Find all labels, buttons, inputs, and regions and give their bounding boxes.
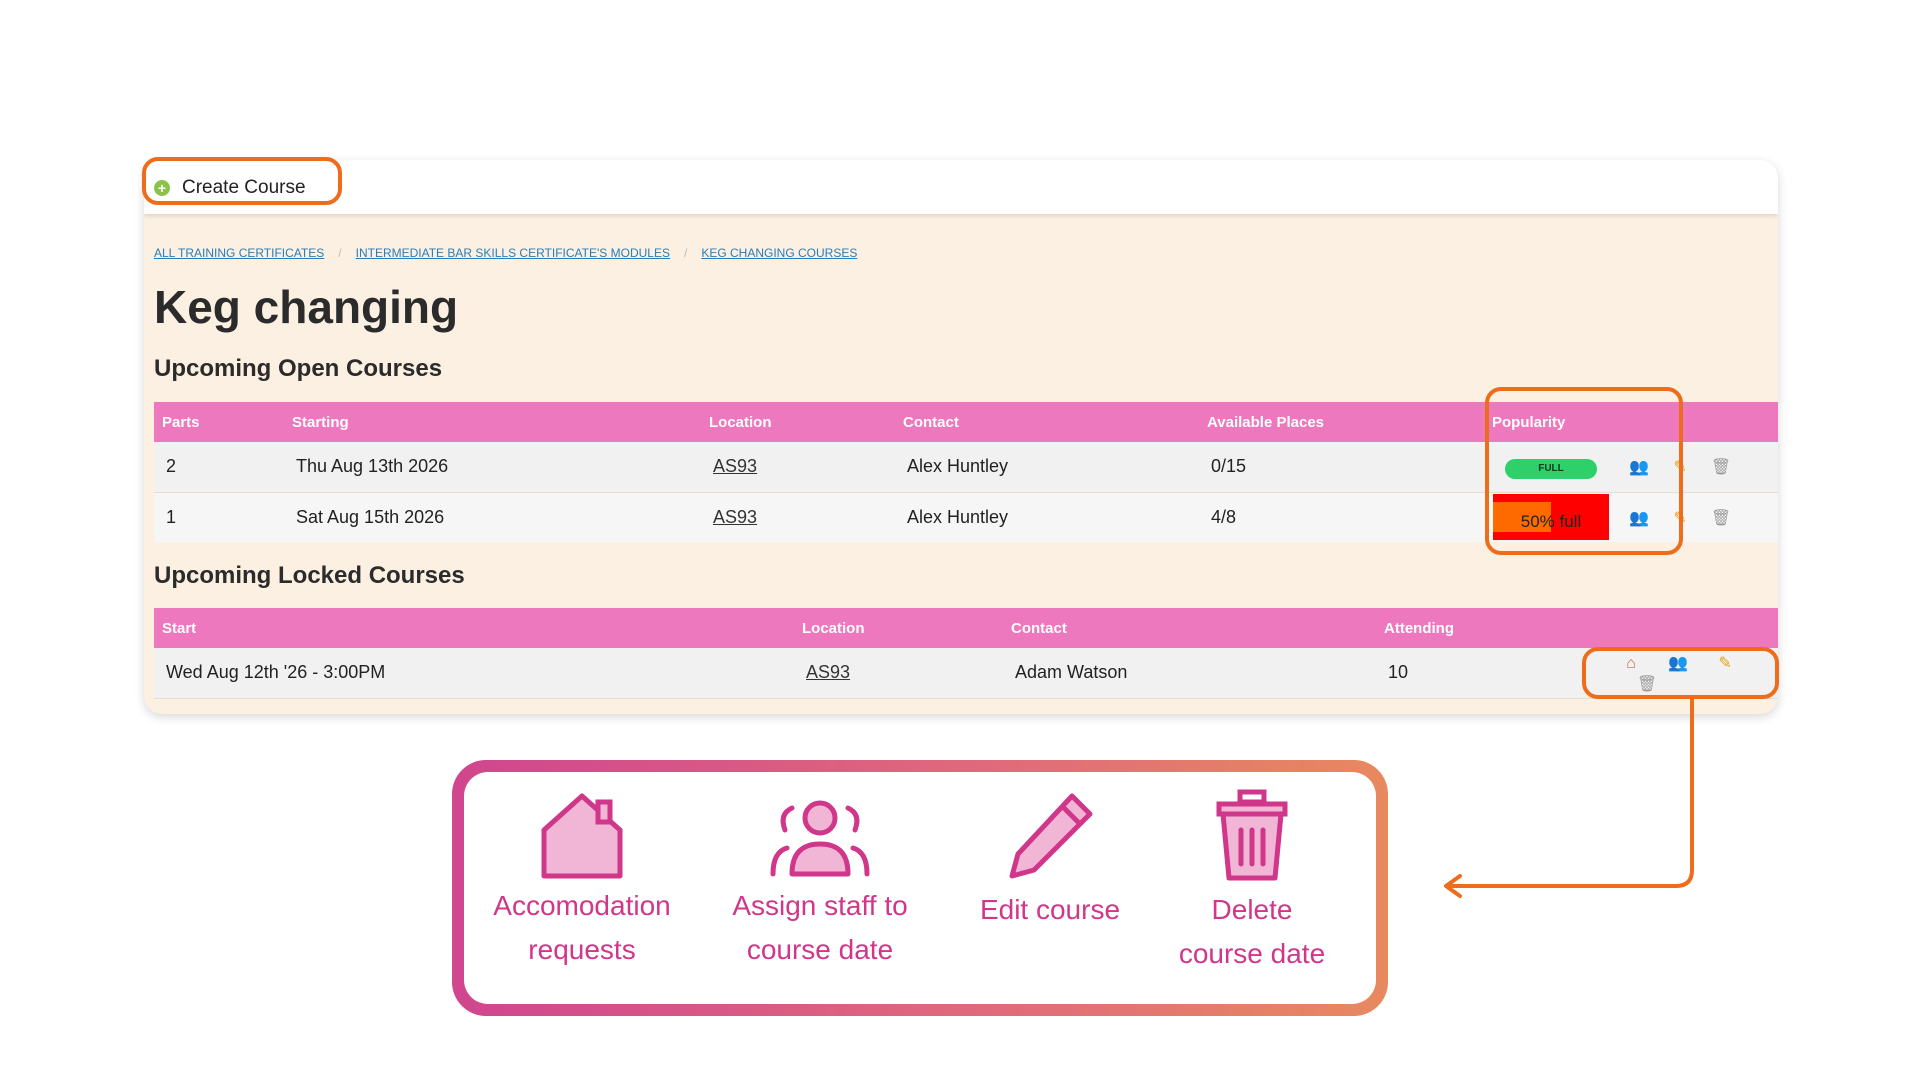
house-icon	[541, 793, 623, 879]
actions-legend: Accomodation requests Assign staff to co…	[452, 760, 1388, 1016]
legend-label-line: Edit course	[979, 894, 1121, 925]
legend-edit: Edit course	[950, 786, 1150, 930]
legend-label-line: course date	[1178, 938, 1326, 969]
legend-label-line: Assign staff to	[732, 890, 908, 921]
legend-delete: Delete course date	[1152, 786, 1352, 974]
trash-icon	[1216, 789, 1288, 881]
legend-label-line: Delete	[1211, 894, 1293, 925]
staff-icon	[770, 800, 870, 877]
legend-label-line: Accomodation	[493, 890, 671, 921]
legend-label-line: course date	[746, 934, 894, 965]
legend-label-line: requests	[528, 934, 636, 965]
pencil-icon	[1009, 793, 1093, 879]
legend-assign-staff: Assign staff to course date	[720, 786, 920, 970]
legend-accommodation: Accomodation requests	[482, 786, 682, 970]
actions-legend-inner: Accomodation requests Assign staff to co…	[464, 772, 1376, 1004]
